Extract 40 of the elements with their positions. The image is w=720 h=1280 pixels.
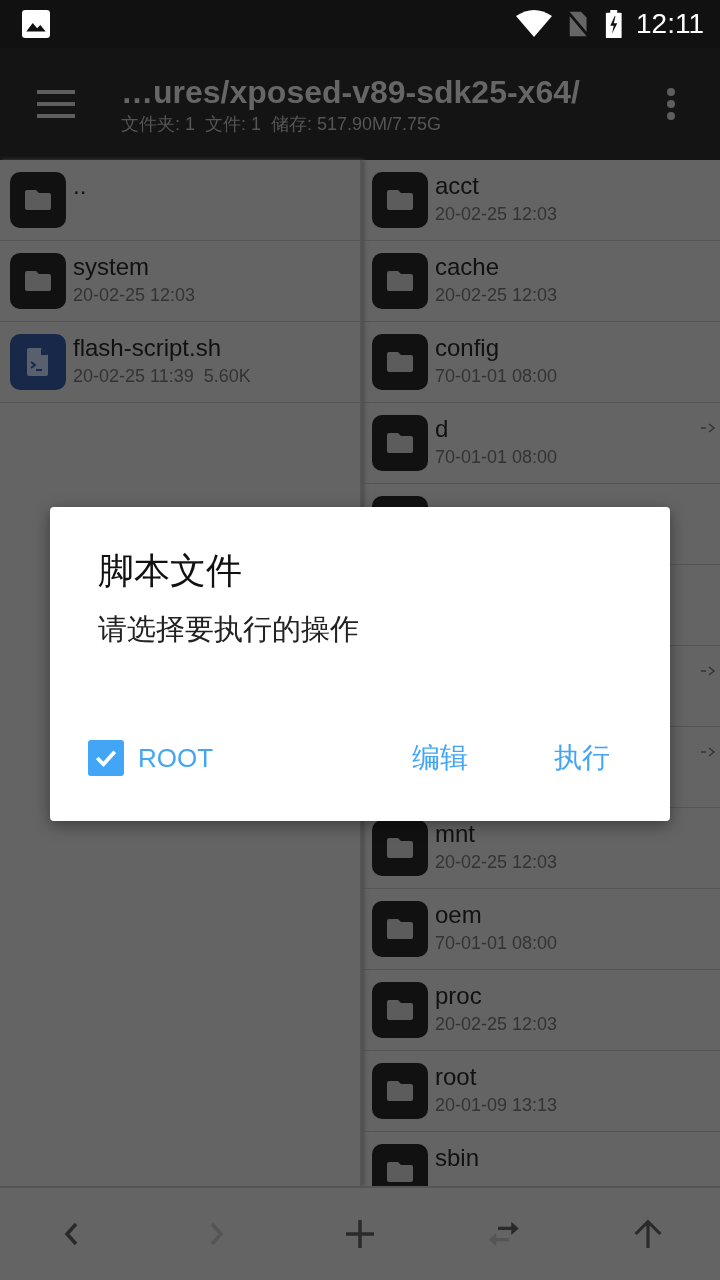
folder-icon: [372, 982, 428, 1038]
root-checkbox[interactable]: ROOT: [88, 740, 214, 776]
file-name: d: [435, 414, 450, 444]
menu-icon[interactable]: [37, 90, 75, 118]
file-row[interactable]: ..: [0, 160, 360, 241]
storage-summary: 文件夹: 1 文件: 1 储存: 517.90M/7.75G: [121, 113, 443, 136]
checkbox[interactable]: [88, 740, 124, 776]
dialog-button[interactable]: 执行: [534, 731, 630, 785]
folder-icon: [372, 172, 428, 228]
add-icon[interactable]: [345, 1219, 375, 1249]
file-name: oem: [435, 900, 483, 930]
script-file-icon: [10, 334, 66, 390]
dialog-button[interactable]: 编辑: [392, 731, 488, 785]
file-name: cache: [435, 252, 501, 282]
folder-icon: [10, 253, 66, 309]
dialog-message: 请选择要执行的操作: [98, 612, 359, 647]
path-title: …ures/xposed-v89-sdk25-x64/: [121, 73, 581, 112]
image-icon: [22, 10, 50, 38]
file-name: mnt: [435, 819, 476, 849]
file-name: flash-script.sh: [73, 333, 223, 363]
file-name: sbin: [435, 1143, 480, 1173]
folder-icon: [10, 172, 66, 228]
folder-icon: [372, 820, 428, 876]
file-name: config: [435, 333, 501, 363]
folder-icon: [372, 253, 428, 309]
more-options-icon[interactable]: [666, 87, 676, 121]
file-name: root: [435, 1062, 478, 1092]
file-name: system: [73, 252, 150, 282]
dialog-title: 脚本文件: [98, 549, 242, 593]
clock: 12:11: [636, 8, 704, 40]
wifi-icon: [516, 10, 553, 38]
up-icon[interactable]: [633, 1219, 663, 1249]
file-name: ..: [73, 171, 87, 201]
folder-icon: [372, 415, 428, 471]
file-name: proc: [435, 981, 483, 1011]
folder-icon: [372, 901, 428, 957]
file-name: acct: [435, 171, 480, 201]
folder-icon: [372, 1063, 428, 1119]
battery-charging-icon: [604, 10, 622, 38]
folder-icon: [372, 334, 428, 390]
